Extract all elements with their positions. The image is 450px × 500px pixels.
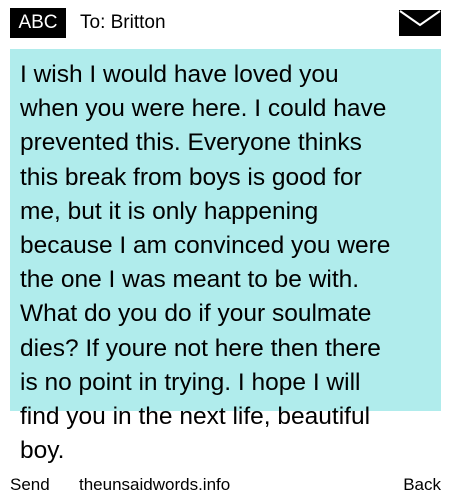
input-mode-badge: ABC xyxy=(10,8,66,38)
sms-compose-screen: ABC To: Britton I wish I would have love… xyxy=(0,0,450,500)
site-label: theunsaidwords.info xyxy=(79,475,231,494)
back-softkey[interactable]: Back xyxy=(403,475,441,495)
header-bar: ABC To: Britton xyxy=(0,0,450,46)
softkey-bar: Send theunsaidwords.info Back xyxy=(0,470,450,500)
send-softkey[interactable]: Send xyxy=(10,475,50,495)
recipient-label: To: Britton xyxy=(80,12,166,33)
envelope-icon xyxy=(399,10,441,36)
message-text[interactable]: I wish I would have loved you when you w… xyxy=(20,58,432,468)
